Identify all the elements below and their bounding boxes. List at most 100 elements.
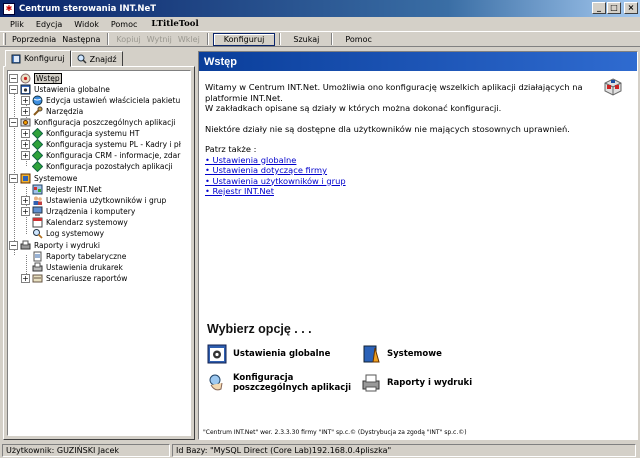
link-text: Ustawienia globalne (212, 154, 297, 165)
tree-item-log[interactable]: Log systemowy (32, 228, 104, 239)
tab-find[interactable]: Znajdź (70, 51, 123, 67)
expand-icon[interactable]: + (21, 274, 30, 283)
option-label: Raporty i wydruki (387, 378, 473, 388)
expand-icon[interactable]: + (21, 151, 30, 160)
help-button[interactable]: Pomoc (337, 35, 380, 44)
collapse-icon[interactable]: − (9, 85, 18, 94)
maximize-button[interactable]: □ (607, 2, 621, 14)
copy-button[interactable]: Kopiuj (113, 35, 143, 44)
tree-item-apps[interactable]: − Konfiguracja poszczególnych aplikacji (9, 117, 175, 128)
tree-connector (14, 85, 15, 255)
option-apps-config[interactable]: Konfiguracja poszczególnych aplikacji (207, 373, 351, 393)
tree-item-label: Rejestr INT.Net (46, 185, 102, 194)
status-user: Użytkownik: GUZIŃSKI Jacek (2, 444, 170, 457)
expand-icon[interactable]: + (21, 196, 30, 205)
content-panel: Wstęp Witamy w Centrum INT.Net. Umożliwi… (198, 51, 638, 440)
see-also-label: Patrz także : (205, 144, 257, 154)
tree-item-registry[interactable]: Rejestr INT.Net (32, 184, 102, 195)
option-global-settings[interactable]: Ustawienia globalne (207, 344, 330, 364)
tree-item-printers[interactable]: Ustawienia drukarek (32, 262, 123, 273)
expand-icon[interactable]: + (21, 129, 30, 138)
tab-configure[interactable]: Konfiguruj (5, 50, 71, 67)
toolbar: Poprzednia Następna Kopiuj Wytnij Wklej … (0, 31, 640, 47)
option-label: Konfiguracja poszczególnych aplikacji (233, 373, 351, 393)
content-title: Wstęp (204, 55, 237, 68)
menu-help[interactable]: Pomoc (105, 20, 144, 29)
tree-item-scenarios[interactable]: + Scenariusze raportów (21, 273, 127, 284)
tree-item-devices[interactable]: + Urządzenia i komputery (21, 206, 135, 217)
menu-view[interactable]: Widok (68, 20, 105, 29)
configure-button[interactable]: Konfiguruj (212, 32, 276, 46)
tab-configure-label: Konfiguruj (24, 54, 65, 63)
tree-item-crm[interactable]: + Konfiguracja CRM - informacje, zdar (21, 150, 180, 161)
tree-item-label: Konfiguracja pozostałych aplikacji (46, 162, 173, 171)
prev-button[interactable]: Poprzednia (9, 35, 59, 44)
expand-icon[interactable]: + (21, 207, 30, 216)
tree-item-systemowe[interactable]: − Systemowe (9, 173, 77, 184)
toolbar-separator (279, 33, 282, 45)
registry-icon (32, 184, 43, 195)
tree-item-label: Ustawienia użytkowników i grup (46, 196, 167, 205)
intro-text: Witamy w Centrum INT.Net. Umożliwia ono … (205, 82, 595, 197)
tab-find-label: Znajdź (89, 54, 117, 64)
expand-icon[interactable]: + (21, 107, 30, 116)
next-button[interactable]: Następna (59, 35, 103, 44)
tree-view[interactable]: − Wstęp − Ustawienia globalne + Edycja u… (7, 70, 191, 436)
tree-item-global[interactable]: − Ustawienia globalne (9, 84, 110, 95)
tree-frame: − Wstęp − Ustawienia globalne + Edycja u… (3, 66, 195, 440)
tree-item-pl[interactable]: + Konfiguracja systemu PL - Kadry i pł (21, 139, 181, 150)
tree-item-tools[interactable]: + Narzędzia (21, 106, 83, 117)
green-diamond-icon (32, 150, 43, 161)
tree-item-reports[interactable]: − Raporty i wydruki (9, 240, 100, 251)
tree-item-calendar[interactable]: Kalendarz systemowy (32, 217, 128, 228)
close-button[interactable]: × (624, 2, 638, 14)
tree-item-label: Konfiguracja systemu HT (46, 129, 140, 138)
paste-button[interactable]: Wklej (175, 35, 203, 44)
tree-item-tabular[interactable]: Raporty tabelaryczne (32, 251, 126, 262)
expand-icon[interactable]: + (21, 140, 30, 149)
option-label-line: poszczególnych aplikacji (233, 383, 352, 393)
tree-item-ht[interactable]: + Konfiguracja systemu HT (21, 128, 139, 139)
intro-paragraph: Witamy w Centrum INT.Net. Umożliwia ono … (205, 82, 583, 103)
cube-logo-icon (604, 78, 622, 96)
link-global-settings[interactable]: • Ustawienia globalne (205, 155, 595, 166)
link-text: Rejestr INT.Net (212, 186, 274, 196)
tree-item-root[interactable]: − Wstęp (9, 73, 62, 84)
collapse-icon[interactable]: − (9, 74, 18, 83)
minimize-button[interactable]: _ (592, 2, 606, 14)
hand-config-icon (209, 374, 223, 391)
tree-item-users[interactable]: + Ustawienia użytkowników i grup (21, 195, 166, 206)
menu-file[interactable]: Plik (4, 20, 30, 29)
link-registry[interactable]: • Rejestr INT.Net (205, 186, 595, 197)
window-title: Centrum sterowania INT.NeT (19, 3, 157, 14)
reports-printer-icon (362, 374, 380, 392)
tree-item-other[interactable]: Konfiguracja pozostałych aplikacji (32, 161, 173, 172)
magnifier-icon (77, 54, 87, 64)
search-button[interactable]: Szukaj (285, 35, 327, 44)
permissions-note: Niektóre działy nie są dostępne dla użyt… (205, 123, 570, 134)
green-diamond-icon (32, 161, 43, 172)
option-systemowe[interactable]: Systemowe (361, 344, 442, 364)
collapse-icon[interactable]: − (9, 118, 18, 127)
collapse-icon[interactable]: − (9, 174, 18, 183)
ltitle-label: LTitleTool (151, 19, 199, 29)
menu-edit[interactable]: Edycja (30, 20, 68, 29)
link-company-settings[interactable]: • Ustawienia dotyczące firmy (205, 165, 595, 176)
link-user-settings[interactable]: • Ustawienia użytkowników i grup (205, 176, 595, 187)
cut-button[interactable]: Wytnij (144, 35, 175, 44)
tree-item-label: Scenariusze raportów (46, 274, 128, 283)
status-bar: Użytkownik: GUZIŃSKI Jacek Id Bazy: "MyS… (0, 443, 640, 458)
expand-icon[interactable]: + (21, 96, 30, 105)
option-reports[interactable]: Raporty i wydruki (361, 373, 472, 393)
tree-item-label: Urządzenia i komputery (46, 207, 136, 216)
notebook-icon (11, 54, 21, 63)
toolbar-grip[interactable] (3, 33, 6, 45)
tree-item-label: Log systemowy (46, 229, 105, 238)
title-bar: ✱ Centrum sterowania INT.NeT _ □ × (0, 0, 640, 17)
tree-item-label: Konfiguracja CRM - informacje, zdar (46, 151, 181, 160)
window-settings-icon (20, 84, 31, 95)
collapse-icon[interactable]: − (9, 241, 18, 250)
tree-item-label: Systemowe (34, 174, 78, 183)
tree-item-owner-edit[interactable]: + Edycja ustawień właściciela pakietu (21, 95, 180, 106)
tree-item-label: Konfiguracja systemu PL - Kadry i pł (46, 140, 181, 149)
